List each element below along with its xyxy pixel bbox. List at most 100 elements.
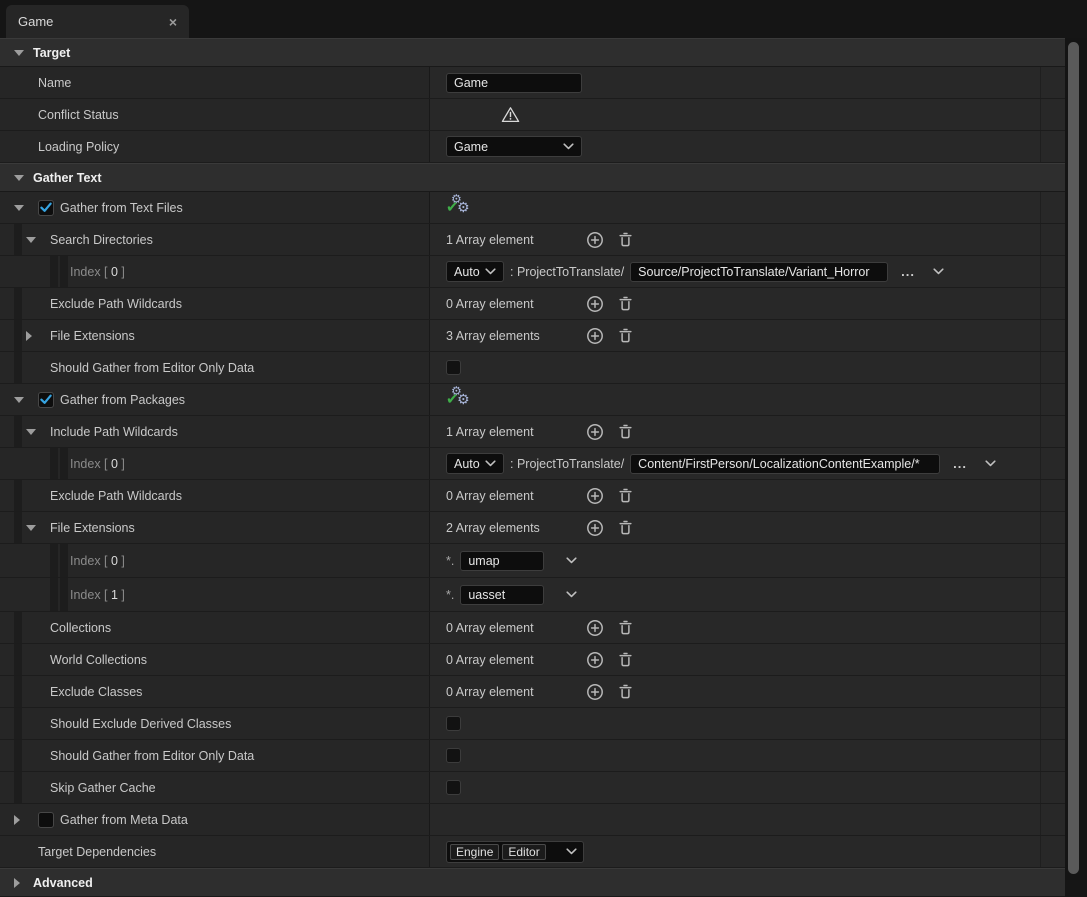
empty-array-icon[interactable]: [617, 519, 634, 536]
expander-right-icon[interactable]: [14, 878, 20, 888]
indent-guide: [50, 448, 60, 479]
property-row-loading-policy: Loading PolicyGame: [0, 131, 1065, 163]
indent-guide: [50, 256, 60, 287]
name-cell: Exclude Path Wildcards: [0, 480, 430, 511]
property-checkbox[interactable]: [38, 812, 54, 828]
path-root-dropdown[interactable]: Auto: [446, 261, 504, 282]
gather-settings-icon: ⚙ ⚙ ✔: [446, 390, 472, 410]
reset-to-default-cell: [1040, 836, 1065, 867]
property-label: Index [ 1 ]: [70, 586, 125, 604]
expander-down-icon[interactable]: [14, 50, 24, 56]
add-array-element-icon[interactable]: [586, 423, 604, 441]
value-checkbox[interactable]: [446, 748, 461, 763]
property-row-include-path-wildcards: Include Path Wildcards1 Array element: [0, 416, 1065, 448]
property-label: Include Path Wildcards: [50, 425, 178, 439]
expander-right-icon[interactable]: [14, 815, 20, 825]
path-root-dropdown[interactable]: Auto: [446, 453, 504, 474]
array-count-label: 1 Array element: [446, 233, 586, 247]
target-dependencies-dropdown[interactable]: EngineEditor: [446, 841, 584, 863]
category-header-gather-text[interactable]: Gather Text: [0, 163, 1065, 192]
expander-down-icon[interactable]: [14, 175, 24, 181]
chevron-down-icon[interactable]: [566, 591, 577, 598]
property-label: Gather from Meta Data: [60, 813, 188, 827]
property-checkbox[interactable]: [38, 392, 54, 408]
reset-to-default-cell: [1040, 740, 1065, 771]
index-label-suffix: ]: [118, 554, 125, 568]
property-label: Exclude Classes: [50, 685, 142, 699]
close-icon[interactable]: ×: [169, 15, 177, 29]
add-array-element-icon[interactable]: [586, 295, 604, 313]
property-checkbox[interactable]: [38, 200, 54, 216]
empty-array-icon[interactable]: [617, 423, 634, 440]
empty-array-icon[interactable]: [617, 619, 634, 636]
value-cell: EngineEditor: [430, 836, 1040, 867]
expander-down-icon[interactable]: [14, 397, 24, 403]
name-cell: File Extensions: [0, 512, 430, 543]
extension-input[interactable]: [460, 551, 544, 571]
value-checkbox[interactable]: [446, 716, 461, 731]
loading-policy-dropdown[interactable]: Game: [446, 136, 582, 157]
expander-down-icon[interactable]: [26, 237, 36, 243]
reset-to-default-cell: [1040, 578, 1065, 611]
dependency-tag: Editor: [502, 844, 545, 860]
scrollbar-track[interactable]: [1065, 38, 1087, 880]
reset-to-default-cell: [1040, 352, 1065, 383]
indent-guide: [14, 740, 24, 771]
expander-down-icon[interactable]: [26, 525, 36, 531]
add-array-element-icon[interactable]: [586, 327, 604, 345]
extension-input[interactable]: [460, 585, 544, 605]
empty-array-icon[interactable]: [617, 683, 634, 700]
property-label: Index [ 0 ]: [70, 263, 125, 281]
value-checkbox[interactable]: [446, 780, 461, 795]
expander-down-icon[interactable]: [26, 429, 36, 435]
empty-array-icon[interactable]: [617, 295, 634, 312]
category-header-advanced[interactable]: Advanced: [0, 868, 1065, 897]
name-text-input[interactable]: [446, 73, 582, 93]
property-row-file-extensions: File Extensions3 Array elements: [0, 320, 1065, 352]
indent-guide: [14, 288, 24, 319]
path-input[interactable]: [630, 454, 940, 474]
property-label: Conflict Status: [38, 108, 119, 122]
expander-slot: [12, 50, 33, 56]
add-array-element-icon[interactable]: [586, 519, 604, 537]
expander-down-icon[interactable]: [14, 205, 24, 211]
ellipsis-browse-button[interactable]: ...: [901, 264, 915, 279]
property-row-index-1: Index [ 1 ]*.: [0, 578, 1065, 612]
expander-right-icon[interactable]: [26, 331, 32, 341]
chevron-down-icon[interactable]: [566, 557, 577, 564]
empty-array-icon[interactable]: [617, 231, 634, 248]
name-cell: Collections: [0, 612, 430, 643]
indent-guide: [14, 480, 24, 511]
property-label: Gather from Packages: [60, 393, 185, 407]
path-input[interactable]: [630, 262, 888, 282]
add-array-element-icon[interactable]: [586, 683, 604, 701]
property-row-conflict-status: Conflict Status: [0, 99, 1065, 131]
empty-array-icon[interactable]: [617, 327, 634, 344]
add-array-element-icon[interactable]: [586, 487, 604, 505]
property-row-collections: Collections0 Array element: [0, 612, 1065, 644]
property-row-index-0: Index [ 0 ]*.: [0, 544, 1065, 578]
add-array-element-icon[interactable]: [586, 231, 604, 249]
index-label-prefix: Index [: [70, 265, 111, 279]
empty-array-icon[interactable]: [617, 487, 634, 504]
add-array-element-icon[interactable]: [586, 651, 604, 669]
value-checkbox[interactable]: [446, 360, 461, 375]
category-header-target[interactable]: Target: [0, 38, 1065, 67]
chevron-down-icon[interactable]: [933, 268, 944, 275]
add-array-element-icon[interactable]: [586, 619, 604, 637]
name-cell: Index [ 0 ]: [0, 544, 430, 577]
chevron-down-icon[interactable]: [985, 460, 996, 467]
empty-array-icon[interactable]: [617, 651, 634, 668]
name-cell: Exclude Path Wildcards: [0, 288, 430, 319]
value-cell: [430, 67, 1040, 98]
reset-to-default-cell: [1040, 544, 1065, 577]
indent-guide: [14, 708, 24, 739]
tab-game[interactable]: Game ×: [6, 5, 189, 38]
reset-to-default-cell: [1040, 448, 1065, 479]
details-panel: TargetNameConflict StatusLoading PolicyG…: [0, 38, 1065, 880]
name-cell: Gather from Text Files: [0, 192, 430, 223]
name-cell: Search Directories: [0, 224, 430, 255]
name-cell: Should Gather from Editor Only Data: [0, 740, 430, 771]
ellipsis-browse-button[interactable]: ...: [953, 456, 967, 471]
scrollbar-thumb[interactable]: [1068, 42, 1079, 874]
